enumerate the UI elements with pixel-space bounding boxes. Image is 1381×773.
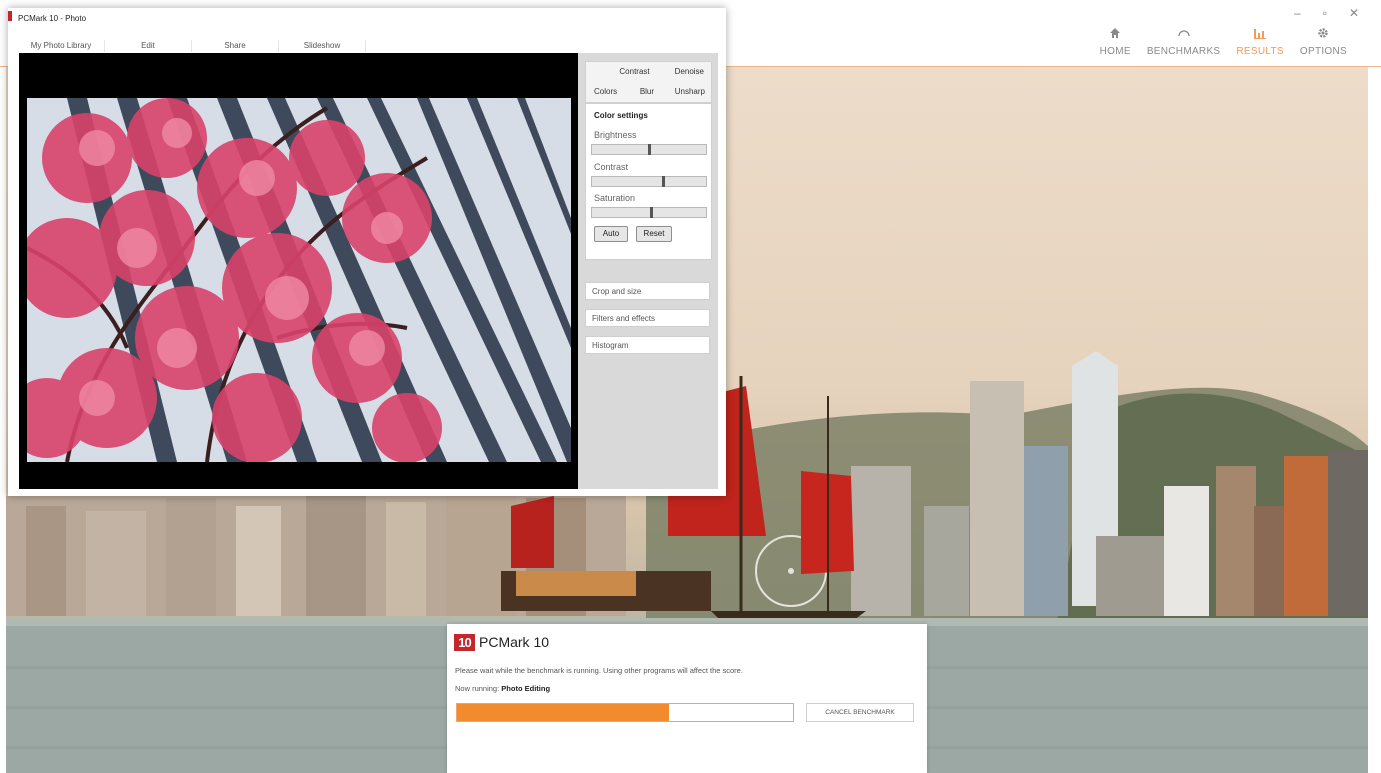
reset-button[interactable]: Reset xyxy=(636,226,672,242)
saturation-label: Saturation xyxy=(594,193,636,203)
app-logo-icon xyxy=(8,11,12,21)
nav-benchmarks[interactable]: BENCHMARKS xyxy=(1147,24,1221,57)
benchmark-message: Please wait while the benchmark is runni… xyxy=(455,666,743,675)
brightness-label: Brightness xyxy=(594,130,637,140)
cancel-benchmark-button[interactable]: CANCEL BENCHMARK xyxy=(806,703,914,722)
edit-tab-blur[interactable]: Blur xyxy=(636,87,658,96)
photo-canvas xyxy=(19,53,578,489)
nav-benchmarks-label: BENCHMARKS xyxy=(1146,46,1221,57)
edit-tab-denoise[interactable]: Denoise xyxy=(668,67,711,76)
contrast-slider[interactable] xyxy=(591,176,707,187)
main-nav: HOME BENCHMARKS RESULTS OPTIONS xyxy=(1100,24,1347,57)
now-running-line: Now running: Photo Editing xyxy=(455,684,550,693)
nav-results[interactable]: RESULTS xyxy=(1236,24,1284,57)
crop-and-size-panel[interactable]: Crop and size xyxy=(585,282,710,300)
benchmark-progress-dialog: 10 PCMark 10 Please wait while the bench… xyxy=(447,624,927,773)
pcmark-logo: 10 xyxy=(454,634,475,651)
home-icon xyxy=(1108,24,1122,42)
edit-tab-unsharp[interactable]: Unsharp xyxy=(673,87,707,96)
auto-button[interactable]: Auto xyxy=(594,226,628,242)
minimize-button[interactable]: – xyxy=(1294,6,1301,20)
close-button[interactable]: ✕ xyxy=(1349,6,1359,20)
tab-edit[interactable]: Edit xyxy=(105,40,192,52)
nav-options[interactable]: OPTIONS xyxy=(1300,24,1347,57)
filters-and-effects-panel[interactable]: Filters and effects xyxy=(585,309,710,327)
photo-app-window: PCMark 10 - Photo My Photo Library Edit … xyxy=(8,8,726,496)
window-title: PCMark 10 - Photo xyxy=(18,14,87,23)
maximize-button[interactable]: ▫ xyxy=(1323,6,1327,20)
bar-chart-icon xyxy=(1253,24,1267,42)
edit-tab-contrast[interactable]: Contrast xyxy=(612,67,667,76)
edit-tabs: Contrast Denoise Colors Blur Unsharp xyxy=(585,61,712,103)
tab-share[interactable]: Share xyxy=(192,40,279,52)
contrast-label: Contrast xyxy=(594,162,629,172)
benchmark-app-name: PCMark 10 xyxy=(479,634,550,650)
nav-home-label: HOME xyxy=(1099,46,1131,57)
edit-side-panel: Contrast Denoise Colors Blur Unsharp Col… xyxy=(578,53,718,489)
now-running-label: Now running: xyxy=(455,684,500,693)
gear-icon xyxy=(1316,24,1330,42)
edit-tab-colors[interactable]: Colors xyxy=(590,87,621,96)
tab-slideshow[interactable]: Slideshow xyxy=(279,40,366,52)
color-settings-panel: Color settings Brightness Contrast Satur… xyxy=(585,103,712,260)
nav-results-label: RESULTS xyxy=(1236,46,1284,57)
contrast-slider-thumb[interactable] xyxy=(661,176,665,187)
nav-options-label: OPTIONS xyxy=(1299,46,1347,57)
tab-my-photo-library[interactable]: My Photo Library xyxy=(18,40,105,52)
benchmark-progress-bar xyxy=(456,703,794,722)
color-settings-title: Color settings xyxy=(594,111,648,120)
histogram-panel[interactable]: Histogram xyxy=(585,336,710,354)
brightness-slider-thumb[interactable] xyxy=(648,144,651,155)
window-controls: – ▫ ✕ xyxy=(1294,6,1359,20)
gauge-icon xyxy=(1177,24,1191,42)
cherry-blossom-photo xyxy=(27,98,571,462)
photo-tab-bar: My Photo Library Edit Share Slideshow xyxy=(18,40,366,52)
now-running-value: Photo Editing xyxy=(501,684,551,693)
saturation-slider[interactable] xyxy=(591,207,707,218)
benchmark-progress-fill xyxy=(457,704,669,721)
brightness-slider[interactable] xyxy=(591,144,707,155)
saturation-slider-thumb[interactable] xyxy=(650,207,654,218)
nav-home[interactable]: HOME xyxy=(1100,24,1131,57)
